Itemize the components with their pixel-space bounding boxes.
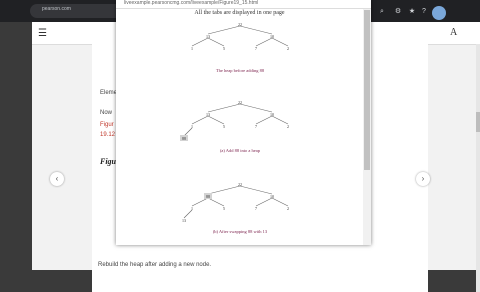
- tree-edge: [271, 115, 289, 125]
- tree-edge: [271, 37, 289, 47]
- tree-node: 5: [223, 46, 225, 51]
- tree-edge: [207, 185, 241, 195]
- bookmark-icon[interactable]: ★: [408, 8, 416, 16]
- avatar[interactable]: [432, 6, 446, 20]
- tree-edge: [183, 127, 193, 137]
- tree-node: 2: [287, 206, 289, 211]
- tree-edge: [239, 25, 273, 35]
- tree-edge: [271, 197, 289, 207]
- tree-node: 13: [182, 218, 186, 223]
- address-text: pearson.com: [42, 6, 71, 12]
- tree-edge: [191, 37, 209, 47]
- tree-node: 1: [191, 124, 193, 129]
- tree-node: 5: [223, 124, 225, 129]
- search-icon[interactable]: ⌕: [378, 8, 386, 16]
- tree-edge: [207, 115, 225, 125]
- tree-node: 13: [206, 112, 210, 117]
- tree-node: 1: [191, 206, 193, 211]
- tree-caption: The heap before adding 88: [216, 68, 265, 73]
- tree-node: 2: [287, 124, 289, 129]
- tree-edge: [255, 115, 273, 125]
- tree-edge: [239, 185, 273, 195]
- tree-node: 7: [255, 206, 257, 211]
- tree-caption: (b) After swapping 88 with 13: [213, 229, 268, 234]
- tree-edge: [207, 197, 225, 207]
- tree-edge: [207, 103, 241, 113]
- tree-node: 10: [270, 112, 274, 117]
- next-page-button[interactable]: ›: [416, 172, 430, 186]
- figure-caption: Rebuild the heap after adding a new node…: [98, 262, 212, 268]
- tree-node: 2: [287, 46, 289, 51]
- page-scrollbar[interactable]: [476, 44, 480, 292]
- tree-node: 5: [223, 206, 225, 211]
- prev-page-button[interactable]: ‹: [50, 172, 64, 186]
- tree-node: 13: [206, 34, 210, 39]
- settings-icon[interactable]: ⚙: [394, 8, 402, 16]
- popup-window: liveexample.pearsoncmg.com/liveexample/F…: [116, 0, 371, 245]
- bg-link-number[interactable]: 19.12: [100, 132, 115, 138]
- tree-node: 7: [255, 124, 257, 129]
- bg-link-figure[interactable]: Figur: [100, 122, 114, 128]
- tree-edge: [191, 115, 209, 125]
- tree-edge: [255, 37, 273, 47]
- tree-edge: [207, 25, 241, 35]
- tree-edge: [207, 37, 225, 47]
- tree-node: 10: [270, 194, 274, 199]
- help-icon[interactable]: ?: [420, 8, 428, 16]
- tree-node: 88: [182, 136, 186, 141]
- tree-edge: [239, 103, 273, 113]
- tree-edge: [191, 197, 209, 207]
- heap-diagrams: 2213 101 5 7 2The heap before adding 882213 1…: [180, 22, 289, 234]
- tree-node: 88: [206, 194, 210, 199]
- tree-node: 22: [238, 22, 242, 27]
- font-size-icon[interactable]: A: [450, 27, 457, 38]
- popup-scroll-thumb[interactable]: [364, 10, 370, 170]
- tree-caption: (a) Add 88 into a heap: [220, 148, 261, 153]
- tree-node: 1: [191, 46, 193, 51]
- tree-node: 22: [238, 182, 242, 187]
- bg-text-now: Now: [100, 110, 113, 116]
- page-scroll-thumb[interactable]: [476, 112, 480, 132]
- bg-figure-label: Figu: [100, 157, 117, 166]
- tree-node: 10: [270, 34, 274, 39]
- tree-edge: [183, 209, 193, 219]
- tree-node: 22: [238, 100, 242, 105]
- tree-node: 7: [255, 46, 257, 51]
- menu-icon[interactable]: ☰: [38, 29, 47, 39]
- tree-edge: [255, 197, 273, 207]
